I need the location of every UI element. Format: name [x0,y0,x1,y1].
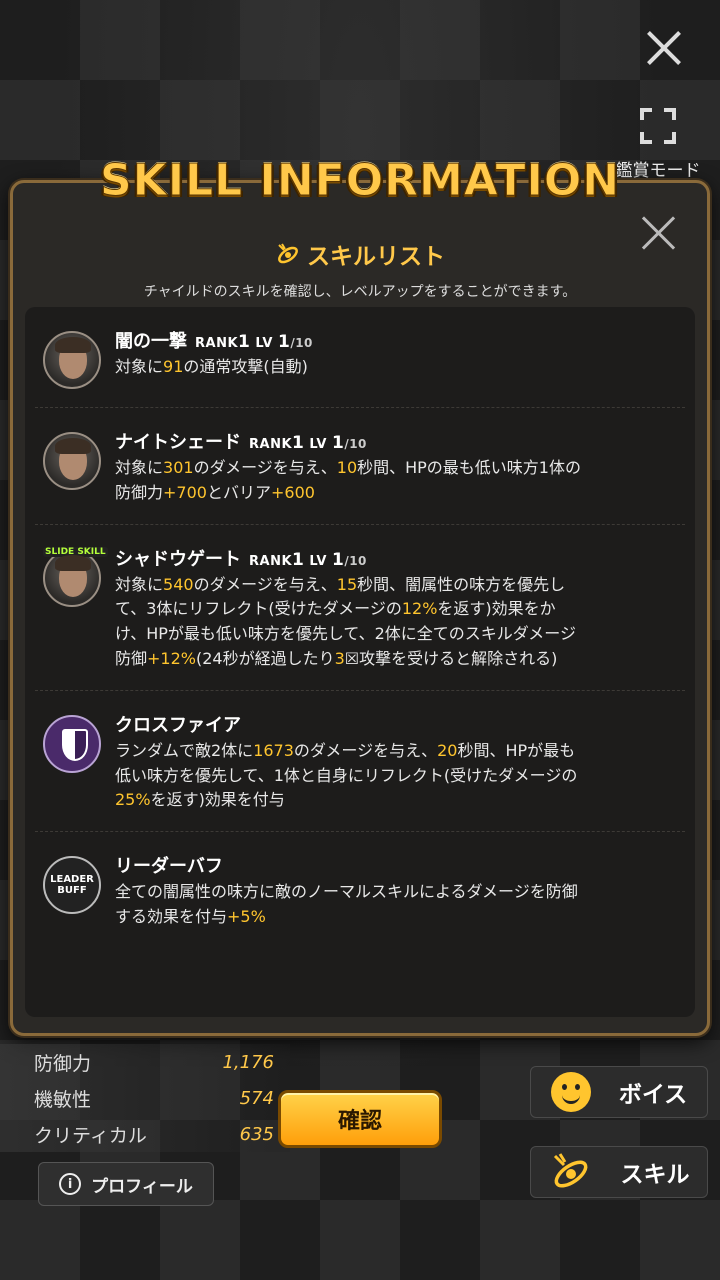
stat-value: 635 [239,1123,274,1145]
skill-row[interactable]: 闇の一撃 RANK1 LV 1/10 対象に91の通常攻撃(自動) [35,307,685,408]
skill-description: 対象に91の通常攻撃(自動) [115,357,308,376]
stat-row: 機敏性 574 [0,1080,290,1116]
slide-skill-badge: SLIDE SKILL [43,546,108,557]
profile-button[interactable]: i プロフィール [38,1162,214,1206]
skill-name: シャドウゲート RANK1 LV 1/10 [115,548,367,570]
view-mode-label: 鑑賞モード [615,161,701,181]
skill-rank-level: RANK1 LV 1/10 [249,549,367,570]
view-mode-button[interactable]: 鑑賞モード [608,108,708,181]
skill-name: クロスファイア [115,714,241,736]
skill-rank-level: RANK1 LV 1/10 [195,332,313,352]
skill-description: ランダムで敵2体に1673のダメージを与え、20秒間、HPが最も低い味方を優先し… [115,740,578,810]
dialog-title: SKILL INFORMATION [99,155,621,207]
skill-button[interactable]: スキル [530,1146,708,1198]
skill-list-title: スキルリスト [275,237,445,271]
leader-buff-icon: LEADER BUFF [43,856,101,915]
fullscreen-icon [640,108,676,144]
skill-name: 闇の一撃 RANK1 LV 1/10 [115,331,313,352]
skill-button-label: スキル [620,1162,690,1188]
character-portrait-icon [43,331,101,389]
stat-label: 防御力 [34,1052,92,1075]
skill-description: 全ての闇属性の味方に敵のノーマルスキルによるダメージを防御する効果を付与+5% [115,882,578,926]
stat-label: クリティカル [34,1124,147,1147]
skill-name: リーダーバフ [115,856,223,878]
skill-row[interactable]: SLIDE SKILL シャドウゲート RANK1 LV 1/10 対象に540のダメ… [35,525,685,691]
skill-orbit-icon [553,1153,587,1188]
leader-buff-icon-label: LEADER BUFF [50,874,94,897]
skill-list-header: スキルリスト チャイルドのスキルを確認し、レベルアップをすることができます。 [13,237,707,301]
character-portrait-icon: SLIDE SKILL [43,546,108,607]
skill-list-subtitle: チャイルドのスキルを確認し、レベルアップをすることができます。 [143,284,577,300]
close-icon[interactable] [644,28,684,68]
stat-row: クリティカル 635 [0,1116,290,1152]
confirm-button[interactable]: 確認 [278,1090,442,1148]
skill-description: 対象に301のダメージを与え、10秒間、HPの最も低い味方1体の防御力+700と… [115,458,581,502]
shield-icon [43,714,101,773]
skill-info-dialog: SKILL INFORMATION スキルリスト チャイルドのスキルを確認し、レ… [10,155,710,1036]
stats-panel: 防御力 1,176 機敏性 574 クリティカル 635 [0,1044,290,1152]
stat-value: 574 [239,1087,274,1109]
voice-button[interactable]: ボイス [530,1066,708,1118]
skill-row[interactable]: ナイトシェード RANK1 LV 1/10 対象に301のダメージを与え、10秒間、… [35,408,685,525]
profile-button-label: プロフィール [91,1176,193,1197]
stat-label: 機敏性 [34,1088,92,1111]
skill-list-title-text: スキルリスト [307,244,445,270]
voice-button-label: ボイス [618,1082,688,1108]
skill-row[interactable]: クロスファイアランダムで敵2体に1673のダメージを与え、20秒間、HPが最も低… [35,691,685,833]
skill-row[interactable]: LEADER BUFF リーダーバフ全ての闇属性の味方に敵のノーマルスキルによるダ… [35,832,685,948]
stat-value: 1,176 [222,1051,274,1073]
skill-list[interactable]: 闇の一撃 RANK1 LV 1/10 対象に91の通常攻撃(自動) ナイトシェード RA… [25,307,695,1017]
skill-orbit-icon [278,243,298,264]
smile-icon [550,1072,591,1112]
skill-rank-level: RANK1 LV 1/10 [249,433,367,453]
skill-name: ナイトシェード RANK1 LV 1/10 [115,432,367,453]
info-icon: i [59,1173,82,1195]
character-portrait-icon [43,432,101,490]
skill-description: 対象に540のダメージを与え、15秒間、闇属性の味方を優先して、3体にリフレクト… [115,574,576,668]
stat-row: 防御力 1,176 [0,1044,290,1080]
